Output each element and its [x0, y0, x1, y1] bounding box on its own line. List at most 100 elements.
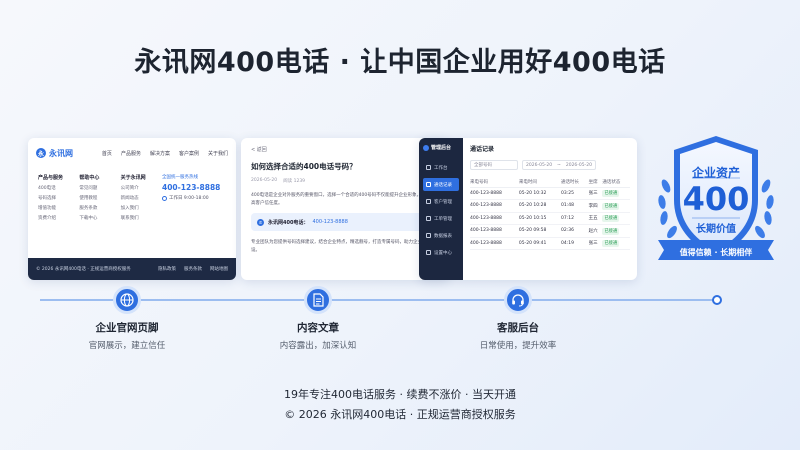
timeline-label: 内容文章 内容露出，加深认知 [238, 320, 398, 351]
table-row[interactable]: 400-123-8888 05-20 10:32 03:25 张三 已接通 [470, 187, 630, 200]
tickets-icon [426, 216, 431, 221]
sidebar-item-reports[interactable]: 数据报表 [423, 229, 459, 242]
status-cell: 已接通 [602, 187, 630, 200]
footer-link[interactable]: 资费介绍 [38, 215, 79, 221]
date-to: 2026-05-20 [565, 162, 592, 168]
cell: 400-123-8888 [470, 187, 519, 200]
footer-link[interactable]: 联系我们 [121, 215, 162, 221]
article-title: 如何选择合适的400电话号码？ [251, 162, 357, 171]
sidebar-item-settings[interactable]: 设置中心 [423, 246, 459, 259]
number-select[interactable]: 全部号码 [470, 160, 518, 170]
footer-column: 帮助中心 常见问题 使用教程 服务条款 下载中心 [79, 174, 120, 258]
cell: 张三 [588, 237, 603, 250]
column-header[interactable]: 通话时长 [561, 177, 589, 188]
table-row[interactable]: 400-123-8888 05-20 10:28 01:48 李四 已接通 [470, 199, 630, 213]
timeline-subtext: 官网展示，建立信任 [88, 341, 166, 351]
footer-column-heading: 产品与服务 [38, 175, 64, 181]
number-select-value: 全部号码 [474, 163, 492, 168]
column-header[interactable]: 坐席 [588, 177, 603, 188]
timeline-end-dot [712, 295, 722, 305]
logo-text: 永讯网 [49, 148, 73, 158]
timeline-node[interactable] [113, 286, 141, 314]
timeline-heading: 客服后台 [497, 322, 539, 334]
back-link[interactable]: < 返回 [251, 146, 439, 153]
site-nav: 首页 产品服务 解决方案 客户案例 关于我们 [102, 150, 228, 157]
sidebar-item-workbench[interactable]: 工作台 [423, 161, 459, 174]
article-views: 阅读 1239 [283, 179, 306, 184]
footer-link[interactable]: 服务条款 [79, 205, 120, 211]
footer-bar-link[interactable]: 隐私政策 [158, 266, 176, 272]
sidebar-item-customers[interactable]: 客户管理 [423, 195, 459, 208]
status-badge: 已接通 [602, 215, 620, 223]
cell: 03:25 [561, 187, 589, 200]
clock-icon [161, 195, 167, 201]
cell: 04:19 [561, 237, 589, 250]
sidebar-item-label: 通话记录 [434, 182, 452, 188]
date-range-picker[interactable]: 2026-05-20 ~ 2026-05-20 [522, 160, 596, 170]
nav-item[interactable]: 首页 [102, 150, 112, 157]
hotline-number[interactable]: 400-123-8888 [162, 183, 226, 192]
table-row[interactable]: 400-123-8888 05-20 09:41 04:19 张三 已接通 [470, 237, 630, 250]
cell: 05-20 10:32 [518, 187, 561, 200]
article-paragraph: 400电话是企业对外服务的重要窗口，选择一个合适的400号码不仅能提升企业形象，… [251, 193, 435, 206]
table-row[interactable]: 400-123-8888 05-20 09:58 02:36 赵六 已接通 [470, 224, 630, 238]
cell: 07:12 [561, 212, 589, 225]
site-logo[interactable]: 永 永讯网 [36, 148, 73, 159]
timeline-node[interactable] [304, 286, 332, 314]
work-hours-text: 工作日 9:00-18:00 [168, 196, 209, 201]
footer-link[interactable]: 新闻动态 [121, 195, 162, 201]
page-title: 永讯网400电话 · 让中国企业用好400电话 [134, 47, 666, 78]
sidebar-item-label: 数据报表 [434, 233, 452, 239]
date-separator: ~ [557, 162, 561, 168]
footer-copyright: © 2026 永讯网400电话 · 正规运营商授权服务 [36, 267, 131, 272]
customers-icon [426, 199, 431, 204]
footer-link[interactable]: 下载中心 [79, 215, 120, 221]
footer-link[interactable]: 公司简介 [121, 185, 162, 191]
footer-column: 产品与服务 400电话 号码选择 增值功能 资费介绍 [38, 174, 79, 258]
asset-shield-badge: 企业资产 400 长期价值 值得信赖 · 长期相伴 [652, 128, 780, 278]
article-date: 2026-05-20 [251, 178, 278, 183]
reports-icon [426, 233, 431, 238]
table-row[interactable]: 400-123-8888 05-20 10:15 07:12 王五 已接通 [470, 212, 630, 225]
dashboard-brand: 管理后台 [423, 144, 459, 151]
sidebar-item-call-records[interactable]: 通话记录 [423, 178, 459, 191]
dashboard-card: 管理后台 工作台 通话记录 客户管理 工单管理 数据报表 设置中心 通话记录 全… [419, 138, 637, 280]
nav-item[interactable]: 产品服务 [121, 150, 141, 157]
work-hours: 工作日 9:00-18:00 [161, 195, 226, 201]
cell: 05-20 10:28 [518, 199, 561, 213]
article-phone-label: 永讯网400电话： [268, 219, 309, 226]
article-phone-box[interactable]: ✆ 永讯网400电话： 400-123-8888 [251, 213, 439, 231]
article-phone-number: 400-123-8888 [312, 219, 348, 225]
badge-ribbon-text: 值得信赖 · 长期相伴 [679, 248, 753, 257]
date-from: 2026-05-20 [526, 162, 553, 168]
column-header[interactable]: 通话状态 [602, 177, 630, 188]
footer-bar-link[interactable]: 服务条款 [184, 266, 202, 272]
footer-link[interactable]: 加入我们 [121, 205, 162, 211]
article-card: < 返回 如何选择合适的400电话号码？ 2026-05-20 阅读 1239 … [241, 138, 449, 280]
timeline-line [40, 299, 716, 301]
footer-bar-link[interactable]: 网站地图 [210, 266, 228, 272]
timeline-label: 企业官网页脚 官网展示，建立信任 [47, 320, 207, 351]
badge-line-3: 长期价值 [696, 224, 736, 235]
footer-link[interactable]: 常见问题 [79, 185, 120, 191]
status-badge: 已接通 [602, 202, 620, 210]
cell: 05-20 09:41 [518, 237, 561, 250]
nav-item[interactable]: 解决方案 [150, 150, 170, 157]
status-badge: 已接通 [602, 240, 620, 248]
table-header-row: 来电号码 来电时间 通话时长 坐席 通话状态 [470, 177, 630, 188]
timeline-node[interactable] [504, 286, 532, 314]
brand-icon [423, 144, 429, 151]
website-footer-card: 永 永讯网 首页 产品服务 解决方案 客户案例 关于我们 产品与服务 400电话… [28, 138, 236, 280]
footer-tagline: 19年专注400电话服务 · 续费不涨价 · 当天开通 [284, 388, 516, 401]
column-header[interactable]: 来电时间 [518, 177, 561, 188]
footer-link[interactable]: 400电话 [38, 185, 79, 191]
footer-link[interactable]: 号码选择 [38, 195, 79, 201]
footer-link[interactable]: 增值功能 [38, 205, 79, 211]
nav-item[interactable]: 关于我们 [208, 150, 228, 157]
nav-item[interactable]: 客户案例 [179, 150, 199, 157]
timeline-heading: 企业官网页脚 [95, 322, 159, 334]
article-paragraph: 专业团队为您提供号码选择建议，结合企业特点，精选靓号，打造专属号码，助力企业品牌… [251, 240, 436, 253]
sidebar-item-tickets[interactable]: 工单管理 [423, 212, 459, 225]
column-header[interactable]: 来电号码 [470, 177, 519, 188]
footer-link[interactable]: 使用教程 [79, 195, 120, 201]
